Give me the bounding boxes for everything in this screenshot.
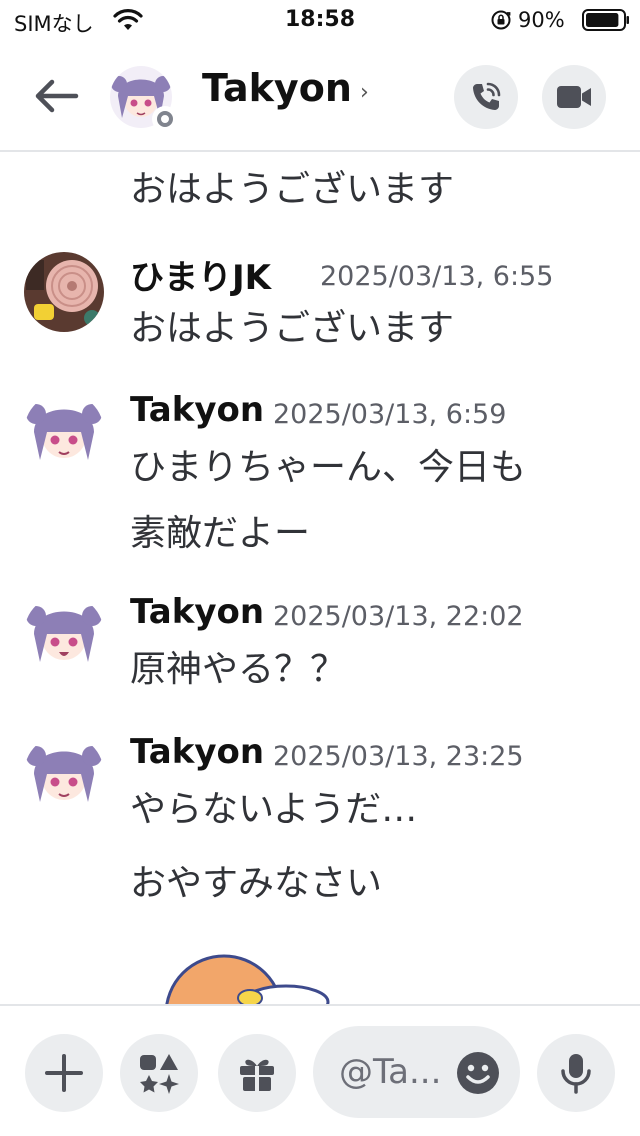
voice-call-button[interactable]	[454, 65, 518, 129]
voice-message-button[interactable]	[537, 1034, 615, 1112]
apps-icon	[140, 1054, 179, 1094]
message-list[interactable]: おはようございます ひまりJK 2025/03/13, 6:55 おはようござい…	[0, 154, 640, 1004]
gift-icon	[240, 1059, 274, 1091]
microphone-icon	[561, 1054, 591, 1094]
message-text: ひまりちゃーん、今日も	[130, 447, 527, 488]
plus-icon	[45, 1054, 83, 1092]
message-author[interactable]: ひまりJK	[130, 250, 271, 299]
rotation-lock-icon	[491, 10, 511, 30]
back-button[interactable]	[30, 74, 82, 118]
apps-button[interactable]	[120, 1034, 198, 1112]
message-timestamp: 2025/03/13, 23:25	[273, 741, 524, 772]
battery-percent: 90%	[518, 8, 565, 32]
video-call-button[interactable]	[542, 65, 606, 129]
gift-button[interactable]	[218, 1034, 296, 1112]
chevron-right-icon[interactable]: ›	[360, 80, 369, 105]
message-author[interactable]: Takyon	[130, 732, 264, 772]
message-text: おはようございます	[130, 169, 455, 210]
message-author[interactable]: Takyon	[130, 592, 264, 632]
message-timestamp: 2025/03/13, 6:55	[320, 261, 554, 292]
user-avatar[interactable]	[24, 252, 104, 332]
message-author[interactable]: Takyon	[130, 390, 264, 430]
message-text: やらないようだ…	[130, 789, 418, 830]
message-text: おはようございます	[130, 308, 455, 349]
video-camera-icon	[557, 86, 591, 108]
message-text: おやすみなさい	[130, 863, 383, 904]
message-input-container[interactable]	[313, 1026, 520, 1118]
message-input[interactable]	[339, 1048, 464, 1096]
offline-status-indicator	[152, 106, 178, 132]
message-text: 原神やる？？	[130, 649, 347, 690]
emoji-icon[interactable]	[456, 1051, 500, 1095]
header-title[interactable]: Takyon	[202, 66, 352, 110]
user-avatar[interactable]	[24, 734, 104, 814]
user-avatar[interactable]	[24, 392, 104, 472]
user-avatar[interactable]	[24, 594, 104, 674]
battery-icon	[582, 9, 629, 31]
message-text: 素敵だよー	[130, 513, 311, 554]
sticker-image[interactable]	[160, 944, 340, 1004]
message-timestamp: 2025/03/13, 6:59	[273, 399, 507, 430]
message-timestamp: 2025/03/13, 22:02	[273, 601, 524, 632]
chat-header: Takyon ›	[0, 40, 640, 152]
composer-bar	[0, 1004, 640, 1136]
status-bar: SIMなし 18:58 90%	[0, 0, 640, 40]
phone-call-icon	[473, 82, 501, 110]
add-attachment-button[interactable]	[25, 1034, 103, 1112]
